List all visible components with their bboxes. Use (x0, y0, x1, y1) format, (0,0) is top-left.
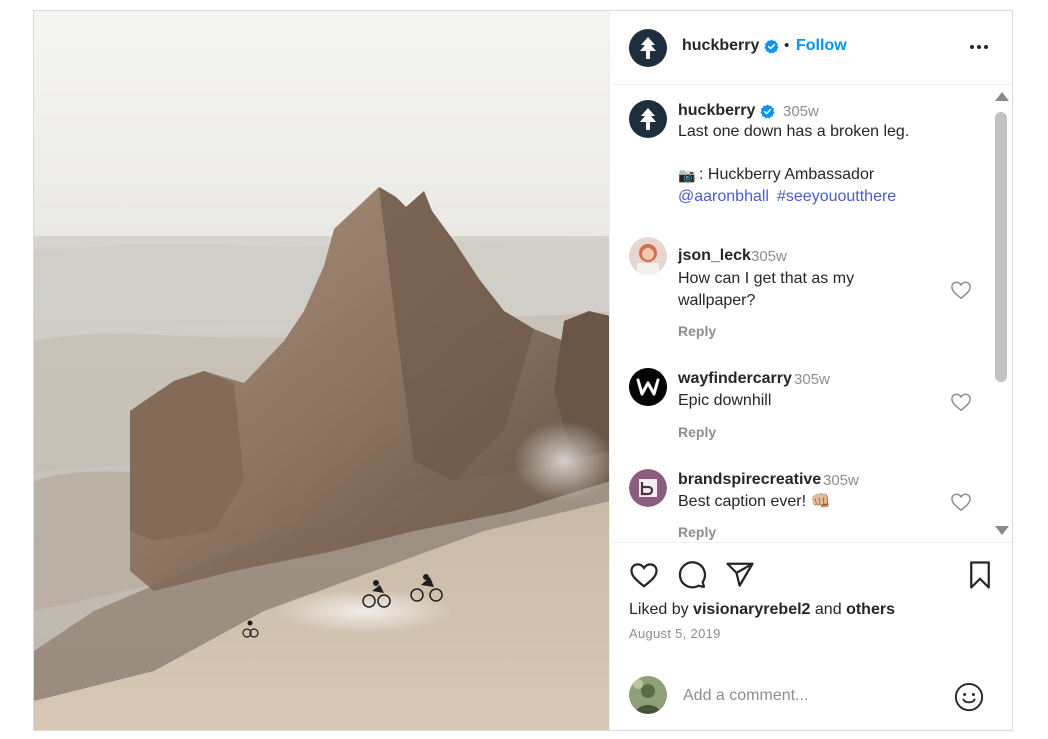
post-side-panel: huckberry • Follow huckberry 305w Last o… (611, 11, 1012, 730)
comment-time: 305w (751, 248, 787, 265)
post-photo[interactable] (34, 11, 610, 730)
scroll-up-arrow-icon[interactable] (995, 92, 1009, 101)
tree-logo-icon (640, 108, 656, 130)
follow-button[interactable]: Follow (796, 37, 847, 55)
post-header: huckberry • Follow (611, 11, 1012, 85)
comment-text: Epic downhill (678, 392, 772, 409)
share-send-icon[interactable] (725, 560, 755, 590)
comments-scrollbar[interactable] (991, 86, 1011, 542)
comments-list[interactable]: huckberry 305w Last one down has a broke… (611, 86, 1012, 542)
add-comment-input[interactable] (683, 682, 933, 710)
scrollbar-thumb[interactable] (995, 112, 1007, 382)
reply-button[interactable]: Reply (678, 424, 716, 440)
comment-time: 305w (823, 472, 859, 489)
caption-text: Last one down has a broken leg. (678, 123, 910, 140)
like-heart-icon[interactable] (629, 561, 659, 589)
heart-icon[interactable] (950, 280, 972, 300)
caption-time: 305w (783, 103, 819, 120)
header-username[interactable]: huckberry (682, 37, 759, 55)
current-user-avatar[interactable] (629, 676, 667, 714)
post-actions: Liked by visionaryrebel2 and others Augu… (611, 542, 1012, 730)
comment-text-cont: wallpaper? (678, 292, 756, 309)
comment-time: 305w (794, 371, 830, 388)
hashtag-link[interactable]: #seeyououtthere (777, 186, 896, 208)
comment-username[interactable]: json_leck (678, 247, 751, 265)
tree-logo-icon (640, 37, 656, 59)
add-comment-bar (611, 668, 1012, 730)
comment-bubble-icon[interactable] (677, 560, 707, 590)
comment-text: Best caption ever! 👊🏼 (678, 493, 831, 510)
comment-text: How can I get that as my (678, 270, 855, 287)
likes-summary: Liked by visionaryrebel2 and others (629, 601, 895, 619)
mention-link[interactable]: @aaronbhall (678, 186, 769, 208)
likes-others-link[interactable]: others (846, 601, 895, 618)
liked-by-user-link[interactable]: visionaryrebel2 (693, 601, 810, 618)
header-separator: • (784, 37, 790, 54)
comment-username[interactable]: wayfindercarry (678, 370, 792, 388)
post-card: huckberry • Follow huckberry 305w Last o… (33, 10, 1013, 731)
reply-button[interactable]: Reply (678, 524, 716, 540)
camera-icon: 📷 (678, 167, 696, 183)
heart-icon[interactable] (950, 392, 972, 412)
verified-badge-icon (764, 39, 779, 54)
heart-icon[interactable] (950, 492, 972, 512)
more-horizontal-icon[interactable] (965, 37, 993, 57)
post-date[interactable]: August 5, 2019 (629, 626, 721, 641)
caption-credit: : Huckberry Ambassador (699, 166, 875, 183)
reply-button[interactable]: Reply (678, 323, 716, 339)
avatar[interactable] (629, 469, 667, 507)
bookmark-save-icon[interactable] (967, 560, 993, 590)
verified-badge-icon (760, 104, 775, 119)
comment-username[interactable]: brandspirecreative (678, 471, 821, 489)
caption-username[interactable]: huckberry (678, 102, 755, 120)
huckberry-avatar[interactable] (629, 29, 667, 67)
avatar[interactable] (629, 237, 667, 275)
likes-prefix: Liked by (629, 601, 689, 618)
likes-joiner: and (814, 601, 842, 618)
emoji-smiley-icon[interactable] (954, 682, 984, 712)
scroll-down-arrow-icon[interactable] (995, 526, 1009, 535)
avatar[interactable] (629, 368, 667, 406)
caption-avatar[interactable] (629, 100, 667, 138)
